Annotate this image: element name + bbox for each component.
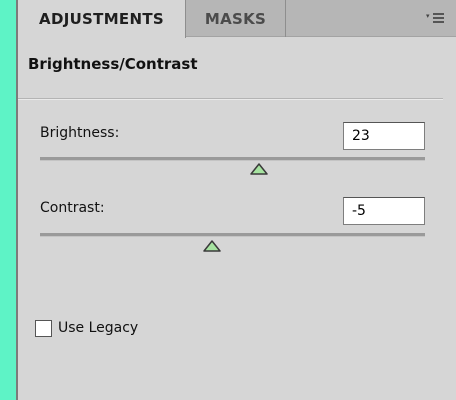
brightness-label: Brightness: <box>40 125 120 141</box>
tab-adjustments[interactable]: ADJUSTMENTS <box>18 0 186 38</box>
tab-masks[interactable]: MASKS <box>186 0 286 37</box>
divider <box>18 98 443 100</box>
brightness-slider-thumb[interactable] <box>250 163 268 175</box>
use-legacy-label[interactable]: Use Legacy <box>58 320 138 336</box>
contrast-slider-track[interactable] <box>40 233 425 237</box>
panel-tab-bar: ADJUSTMENTS MASKS ▾ <box>18 0 456 38</box>
contrast-value-field[interactable]: -5 <box>343 197 425 225</box>
panel-menu-icon[interactable]: ▾ <box>426 12 446 26</box>
brightness-slider-track[interactable] <box>40 157 425 161</box>
menu-lines-icon <box>433 13 444 24</box>
contrast-label: Contrast: <box>40 200 105 216</box>
adjustment-title: Brightness/Contrast <box>28 55 198 73</box>
brightness-value-field[interactable]: 23 <box>343 122 425 150</box>
contrast-slider-thumb[interactable] <box>203 240 221 252</box>
adjustments-panel: ADJUSTMENTS MASKS ▾ Brightness/Contrast … <box>16 0 456 400</box>
use-legacy-checkbox[interactable] <box>35 320 52 337</box>
dropdown-arrow-icon: ▾ <box>426 12 430 20</box>
